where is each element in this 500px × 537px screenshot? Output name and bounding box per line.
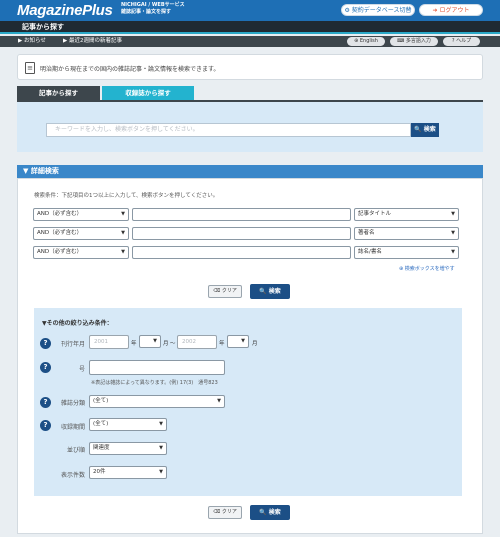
eraser-icon: ⌫ (213, 288, 221, 294)
category-label: 雑誌分類 (60, 400, 85, 407)
sort-select[interactable]: 関連度 ▼ (89, 442, 167, 455)
english-button[interactable]: ⊕ English (347, 37, 385, 46)
logo-subtitle: NICHIGAI / WEBサービス 雑誌記事・論文を探す (121, 2, 185, 15)
issue-input[interactable] (89, 360, 225, 375)
count-label: 表示件数 (60, 472, 85, 479)
year-unit: 年 (131, 341, 137, 347)
page-title-bar: 記事から探す (0, 21, 500, 34)
keyword-input[interactable]: キーワードを入力し、検索ボタンを押してください。 (46, 123, 411, 137)
eraser-icon: ⌫ (213, 509, 221, 515)
chevron-down-icon: ▼ (241, 338, 245, 344)
search-field-select[interactable]: 著者名 ▼ (354, 227, 459, 240)
year-unit: 年 (219, 341, 225, 347)
boolean-operator-select[interactable]: AND（必ず含む） ▼ (33, 246, 129, 259)
period-label: 収録期間 (60, 424, 85, 431)
chevron-down-icon: ▼ (451, 211, 455, 217)
chevron-down-icon: ▼ (121, 249, 125, 255)
new-articles-link[interactable]: ▶ 最近2週間の新着記事 (63, 37, 122, 46)
year-to-input[interactable]: 2002 (177, 335, 217, 349)
tab-search-magazines[interactable]: 収録誌から探す (102, 86, 194, 100)
keyword-search-button[interactable]: 🔍 検索 (411, 123, 439, 137)
chevron-down-icon: ▼ (159, 469, 163, 475)
logo: MagazinePlus (17, 2, 113, 19)
advanced-search-toggle[interactable]: ▼ 詳細検索 (17, 165, 483, 178)
search-field-select[interactable]: 誌名/書名 ▼ (354, 246, 459, 259)
count-select[interactable]: 20件 ▼ (89, 466, 167, 479)
search-term-input[interactable] (132, 246, 351, 259)
category-select[interactable]: (全て) ▼ (89, 395, 225, 408)
clear-button[interactable]: ⌫ クリア (208, 285, 242, 298)
help-question-icon[interactable]: ? (40, 338, 51, 349)
chevron-down-icon: ▼ (153, 338, 157, 344)
page-title: 記事から探す (22, 23, 64, 31)
document-icon: ≡ (25, 62, 35, 74)
tab-search-articles[interactable]: 記事から探す (17, 86, 100, 100)
issue-note: ※表記は雑誌によって異なります。(例) 17(3) 通号823 (91, 380, 218, 386)
search-icon: 🔍 (414, 126, 422, 133)
chevron-down-icon: ▼ (159, 445, 163, 451)
search-icon: 🔍 (259, 509, 267, 516)
search-term-input[interactable] (132, 227, 351, 240)
top-header: MagazinePlus NICHIGAI / WEBサービス 雑誌記事・論文を… (0, 0, 500, 21)
chevron-down-icon: ▼ (121, 230, 125, 236)
help-question-icon[interactable]: ? (40, 397, 51, 408)
period-select[interactable]: (全て) ▼ (89, 418, 167, 431)
month-unit: 月 (252, 341, 258, 347)
news-link[interactable]: ▶ お知らせ (18, 37, 46, 46)
issue-label: 号 (78, 366, 85, 373)
keyboard-icon: ⌨ (397, 38, 406, 44)
add-search-box-link[interactable]: ⊕ 検索ボックスを増やす (399, 265, 455, 272)
search-icon: 🔍 (259, 288, 267, 295)
gear-circle-icon: ⚙ (344, 7, 350, 14)
chevron-down-icon: ▼ (451, 249, 455, 255)
search-button[interactable]: 🔍 検索 (250, 284, 290, 299)
advanced-instruction: 検索条件：下記項目の1つ以上に入力して、検索ボタンを押してください。 (34, 193, 219, 199)
arrow-right-icon: ➜ (432, 7, 438, 14)
clear-button[interactable]: ⌫ クリア (208, 506, 242, 519)
other-filters-title: ▼その他の絞り込み条件： (42, 320, 113, 327)
logout-button[interactable]: ➜ ログアウト (419, 4, 483, 16)
nav-bar: ▶ お知らせ ▶ 最近2週間の新着記事 ⊕ English ⌨ 多言語入力 ? … (0, 36, 500, 47)
chevron-down-icon: ▼ (121, 211, 125, 217)
sort-label: 並び順 (66, 447, 85, 454)
boolean-operator-select[interactable]: AND（必ず含む） ▼ (33, 208, 129, 221)
search-field-select[interactable]: 記事タイトル ▼ (354, 208, 459, 221)
multilang-input-button[interactable]: ⌨ 多言語入力 (390, 37, 438, 46)
boolean-operator-select[interactable]: AND（必ず含む） ▼ (33, 227, 129, 240)
notice-card: ≡ 明治期から現在までの国内の雑誌記事・論文情報を検索できます。 (17, 54, 483, 80)
month-unit: 月 (163, 341, 169, 347)
notice-text: 明治期から現在までの国内の雑誌記事・論文情報を検索できます。 (40, 66, 220, 73)
year-from-input[interactable]: 2001 (89, 335, 129, 349)
month-to-select[interactable]: ▼ (227, 335, 249, 348)
search-term-input[interactable] (132, 208, 351, 221)
help-question-icon[interactable]: ? (40, 362, 51, 373)
search-button[interactable]: 🔍 検索 (250, 505, 290, 520)
chevron-down-icon: ▼ (217, 398, 221, 404)
range-tilde: ～ (170, 341, 176, 347)
switch-database-button[interactable]: ⚙ 契約データベース切替 (341, 4, 415, 16)
help-button[interactable]: ? ヘルプ (443, 37, 480, 46)
chevron-down-icon: ▼ (159, 421, 163, 427)
chevron-down-icon: ▼ (451, 230, 455, 236)
pubdate-label: 刊行年月 (60, 341, 85, 348)
help-question-icon[interactable]: ? (40, 420, 51, 431)
month-from-select[interactable]: ▼ (139, 335, 161, 348)
